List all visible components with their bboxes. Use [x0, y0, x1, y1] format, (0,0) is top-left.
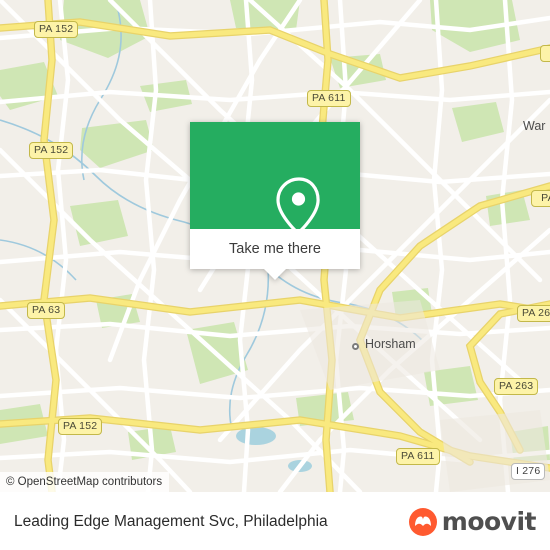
place-dot-horsham — [352, 343, 359, 350]
shield-pa-63[interactable]: PA 63 — [27, 302, 66, 319]
shield-pa-152-north[interactable]: PA 152 — [34, 21, 79, 38]
shield-pa-611-south[interactable]: PA 611 — [396, 448, 440, 465]
location-callout[interactable]: Take me there — [190, 122, 360, 280]
callout-tail — [264, 269, 286, 280]
shield-pa-152-south[interactable]: PA 152 — [58, 418, 103, 435]
take-me-there-label: Take me there — [229, 241, 321, 257]
osm-attribution[interactable]: © OpenStreetMap contributors — [0, 472, 170, 492]
shield-pa-263-upper[interactable]: PA 263 — [517, 305, 550, 322]
shield-pa-152-west[interactable]: PA 152 — [29, 142, 74, 159]
moovit-logo[interactable]: moovit — [408, 507, 537, 536]
place-label-horsham: Horsham — [365, 337, 416, 351]
location-title: Leading Edge Management Svc, Philadelphi… — [14, 512, 328, 530]
shield-pa-east-upper[interactable]: PA — [531, 190, 550, 207]
map-canvas[interactable]: Horsham War PA 152 PA 611 PA 152 PA PA 6… — [0, 0, 550, 492]
moovit-wordmark: moovit — [441, 507, 537, 536]
shield-pa-northeast[interactable]: PA — [540, 45, 550, 62]
map-screen: Horsham War PA 152 PA 611 PA 152 PA PA 6… — [0, 0, 550, 550]
callout-marker-area — [190, 122, 360, 234]
shield-pa-263-lower[interactable]: PA 263 — [494, 378, 539, 395]
pond — [236, 427, 276, 445]
shield-i-276[interactable]: I 276 — [511, 463, 546, 480]
place-label-war: War — [523, 119, 546, 133]
moovit-mark-icon — [408, 507, 437, 536]
shield-pa-611-north[interactable]: PA 611 — [307, 90, 351, 107]
bottom-bar: Leading Edge Management Svc, Philadelphi… — [0, 492, 550, 550]
take-me-there-button[interactable]: Take me there — [190, 229, 360, 280]
